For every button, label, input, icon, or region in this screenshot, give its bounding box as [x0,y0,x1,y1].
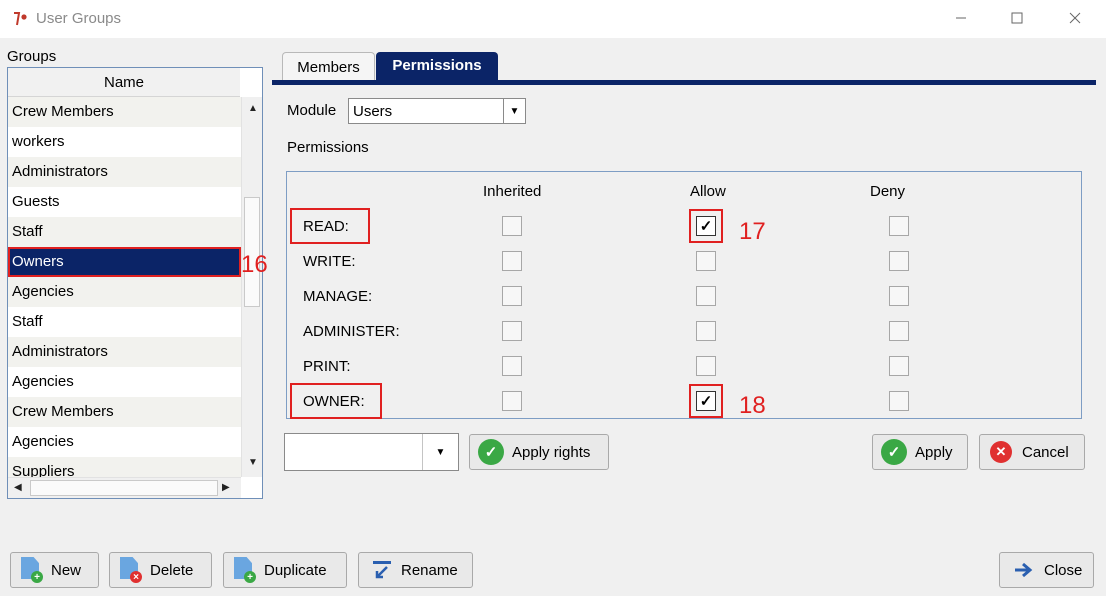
group-row[interactable]: Administrators [8,337,241,367]
checkbox-allow[interactable] [696,286,716,306]
cancel-label: Cancel [1022,443,1069,461]
apply-button[interactable]: ✓ Apply [872,434,968,470]
checkbox-deny[interactable] [889,216,909,236]
permissions-grid: Inherited Allow Deny READ: ✓ WRITE: MANAGE:… [286,171,1082,419]
group-row[interactable]: Crew Members [8,397,241,427]
module-value: Users [353,103,393,120]
apply-rights-label: Apply rights [512,443,591,461]
maximize-icon [1011,11,1023,28]
maximize-button[interactable] [994,0,1040,38]
close-icon [1069,11,1081,28]
column-allow: Allow [690,183,726,200]
permissions-heading: Permissions [287,139,369,156]
checkbox-allow[interactable]: ✓ [689,384,723,418]
apply-label: Apply [915,443,953,461]
tab-permissions[interactable]: Permissions [376,52,498,81]
group-row[interactable]: Guests [8,187,241,217]
groups-label: Groups [7,48,57,65]
title-bar: User Groups [0,0,1106,38]
module-select[interactable]: Users ▼ [348,98,526,124]
duplicate-button[interactable]: + Duplicate [223,552,347,588]
groups-list: Crew Members workers Administrators Guests S… [8,97,241,477]
group-row[interactable]: Owners [8,247,241,277]
close-button[interactable]: Close [999,552,1094,588]
group-row[interactable]: Suppliers [8,457,241,477]
rename-icon [371,559,393,581]
annotation-17: 17 [739,218,766,245]
window-title: User Groups [36,10,122,27]
tab-underline [272,80,1096,85]
checkbox-inherited[interactable] [502,356,522,376]
permission-label: MANAGE: [303,288,373,305]
h-scroll-thumb[interactable] [30,480,218,496]
scroll-up-icon[interactable]: ▲ [248,103,258,114]
group-row[interactable]: Agencies [8,277,241,307]
column-deny: Deny [870,183,906,200]
chevron-down-icon[interactable]: ▼ [503,99,525,123]
checkbox-deny[interactable] [889,321,909,341]
new-document-icon: + [21,557,43,583]
annotation-18: 18 [739,392,766,419]
module-label: Module [287,102,337,119]
scroll-right-icon[interactable]: ▶ [222,482,230,493]
scroll-down-icon[interactable]: ▼ [248,457,258,468]
checkmark-icon: ✓ [478,439,504,465]
app-logo-icon [12,11,28,27]
name-column-header[interactable]: Name [8,68,240,97]
groups-table: Name Crew Members workers Administrators Gu… [7,67,263,499]
checkbox-inherited[interactable] [502,391,522,411]
rename-label: Rename [401,561,458,579]
group-row[interactable]: Administrators [8,157,241,187]
horizontal-scrollbar[interactable]: ◀ ▶ [8,477,241,498]
checkbox-deny[interactable] [889,356,909,376]
minimize-icon [955,11,967,28]
close-label: Close [1044,561,1083,579]
annotation-16: 16 [241,251,268,278]
checkbox-deny[interactable] [889,391,909,411]
group-row[interactable]: Agencies [8,427,241,457]
duplicate-document-icon: + [234,557,256,583]
new-button[interactable]: + New [10,552,99,588]
scroll-left-icon[interactable]: ◀ [14,482,22,493]
checkbox-deny[interactable] [889,251,909,271]
vertical-scrollbar[interactable]: ▲ ▼ [241,97,262,477]
delete-document-icon: × [120,557,142,583]
rename-button[interactable]: Rename [358,552,473,588]
cancel-button[interactable]: ✕ Cancel [979,434,1085,470]
permission-label: ADMINISTER: [303,323,400,340]
checkbox-inherited[interactable] [502,286,522,306]
highlight-box [290,383,382,419]
group-row[interactable]: Staff [8,217,241,247]
tab-members[interactable]: Members [282,52,375,81]
checkbox-inherited[interactable] [502,321,522,341]
checkbox-allow[interactable]: ✓ [689,209,723,243]
checkbox-inherited[interactable] [502,251,522,271]
column-inherited: Inherited [483,183,542,200]
permission-label: PRINT: [303,358,351,375]
checkbox-inherited[interactable] [502,216,522,236]
group-row[interactable]: Crew Members [8,97,241,127]
checkmark-icon: ✓ [881,439,907,465]
permission-label: WRITE: [303,253,356,270]
delete-label: Delete [150,561,194,579]
close-window-button[interactable] [1052,0,1098,38]
checkbox-allow[interactable] [696,251,716,271]
minimize-button[interactable] [938,0,984,38]
group-row[interactable]: Agencies [8,367,241,397]
new-label: New [51,561,82,579]
checkbox-allow[interactable] [696,321,716,341]
highlight-box [290,208,370,244]
chevron-down-icon[interactable]: ▼ [422,434,458,470]
rights-combo[interactable]: ▼ [284,433,459,471]
checkbox-deny[interactable] [889,286,909,306]
cancel-x-icon: ✕ [990,441,1012,463]
group-row[interactable]: workers [8,127,241,157]
arrow-right-icon [1014,562,1034,578]
apply-rights-button[interactable]: ✓ Apply rights [469,434,609,470]
checkbox-allow[interactable] [696,356,716,376]
duplicate-label: Duplicate [264,561,327,579]
group-row[interactable]: Staff [8,307,241,337]
delete-button[interactable]: × Delete [109,552,212,588]
